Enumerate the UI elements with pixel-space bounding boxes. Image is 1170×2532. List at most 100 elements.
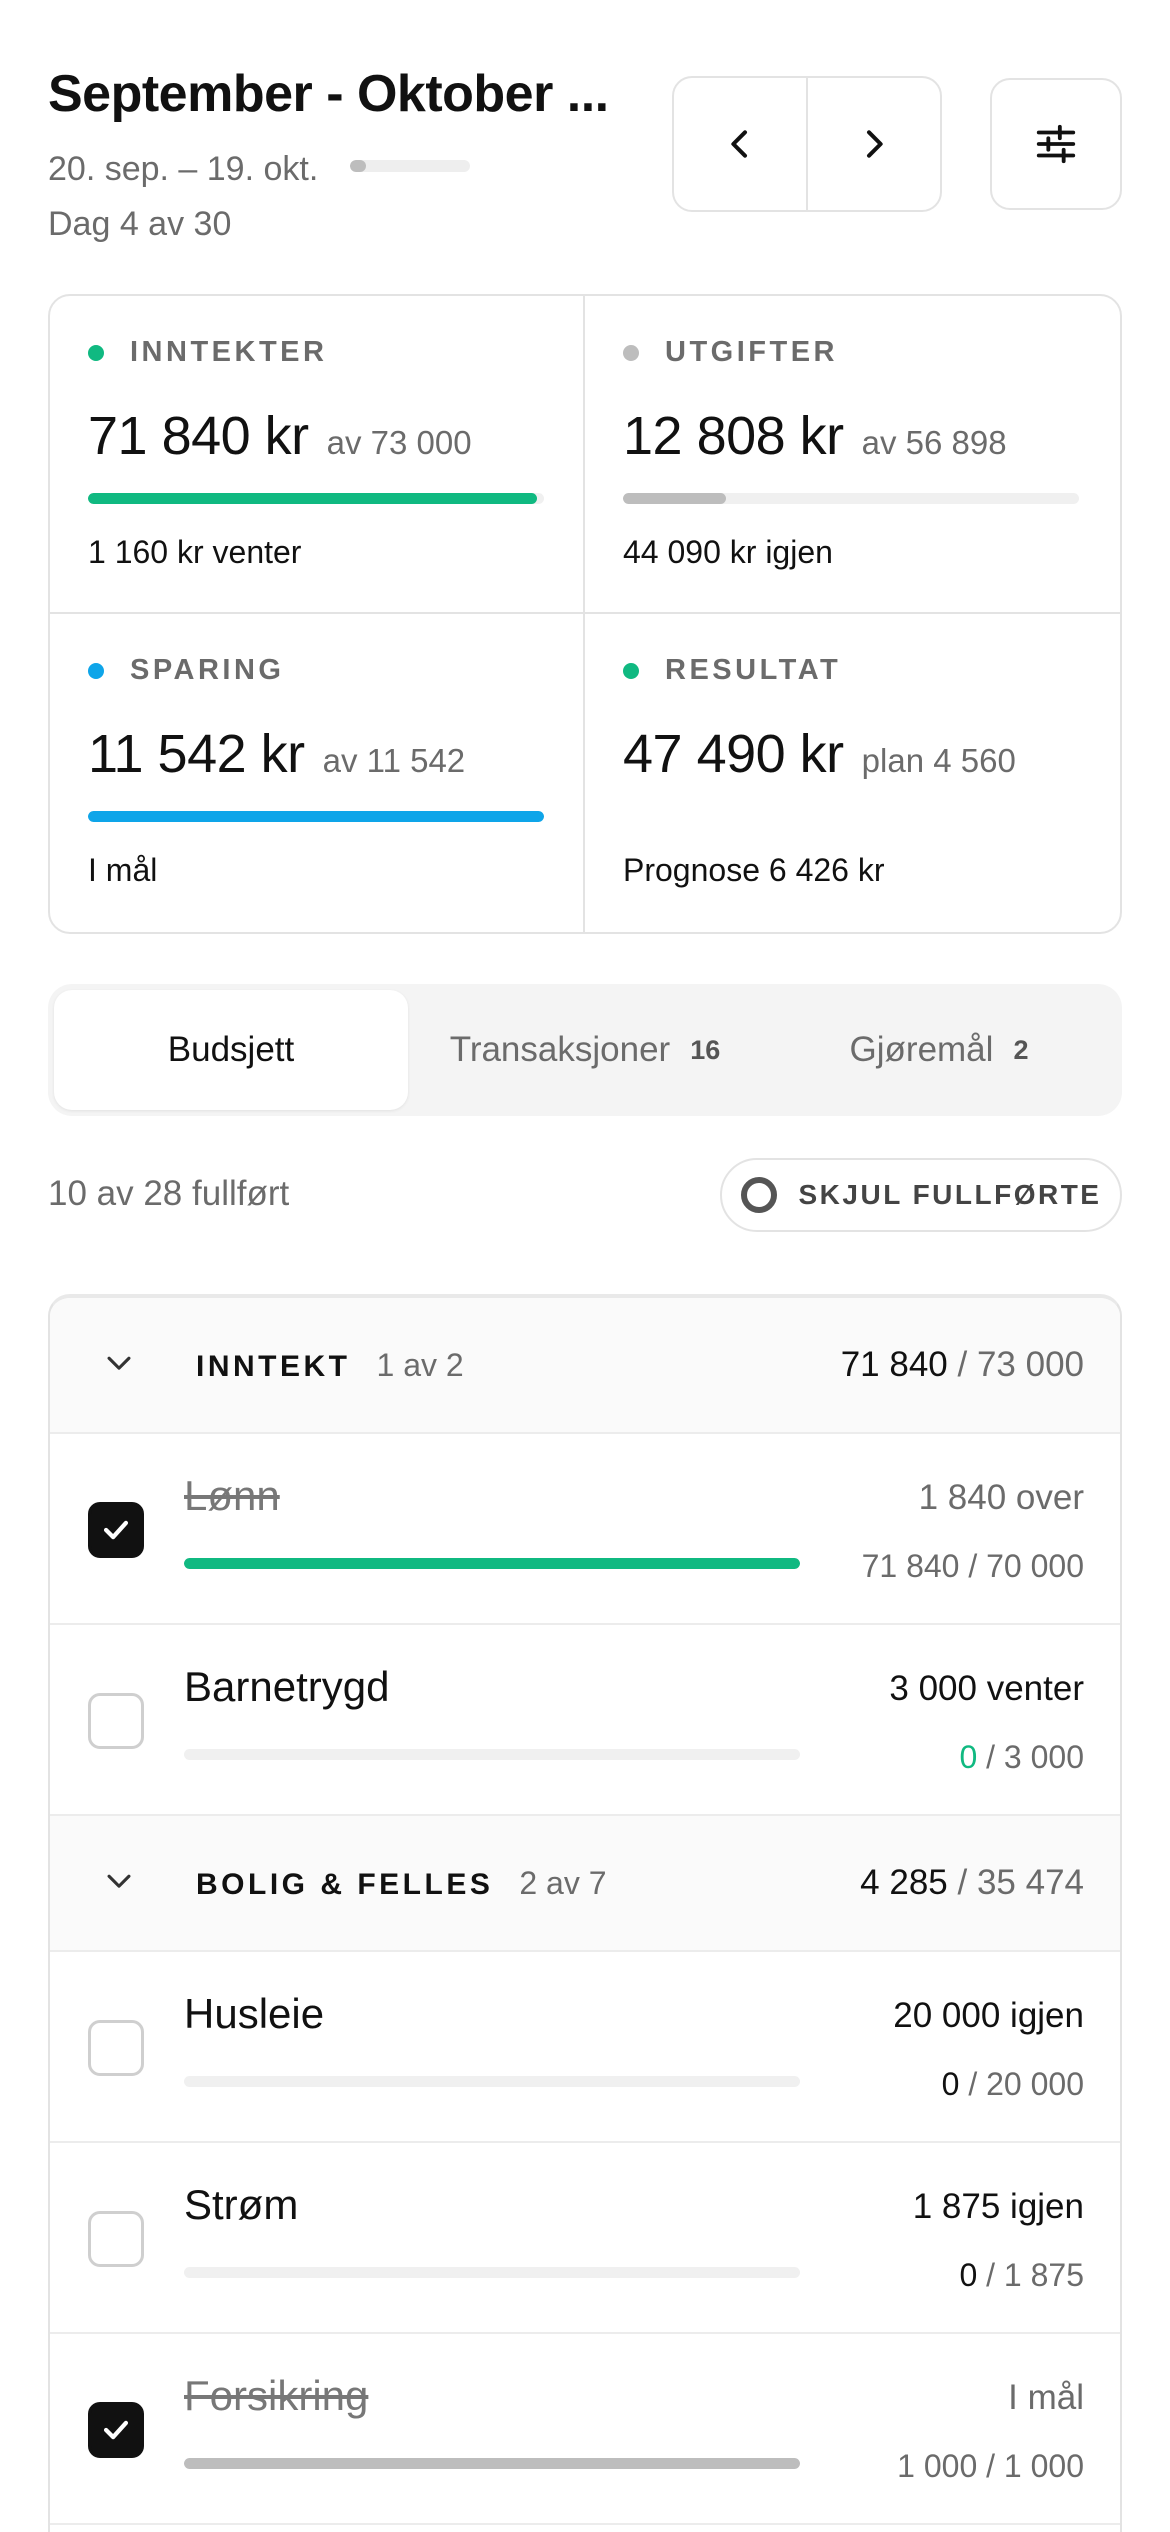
chevron-right-icon (867, 130, 883, 158)
budget-page: September - Oktober ... 20. sep. – 19. o… (0, 0, 1170, 2532)
budget-group-header[interactable]: INNTEKT 1 av 2 71 840 / 73 000 (50, 1298, 1120, 1434)
item-amount: 0 / 20 000 (942, 2066, 1084, 2103)
period-navigation (672, 76, 942, 212)
stat-target: plan 4 560 (861, 742, 1016, 779)
stat-target: av 56 898 (861, 424, 1007, 461)
item-progress-bar (184, 1749, 800, 1760)
item-name: Barnetrygd (184, 1663, 390, 1710)
check-icon (103, 2420, 129, 2440)
filter-settings-button[interactable] (990, 78, 1122, 210)
status-dot-icon (623, 344, 639, 361)
item-checkbox[interactable] (88, 1693, 144, 1749)
chevron-down-icon[interactable] (102, 1864, 136, 1903)
stat-label: INNTEKTER (88, 336, 545, 369)
hide-completed-toggle[interactable]: SKJUL FULLFØRTE (720, 1158, 1122, 1232)
stat-progress-fill (88, 493, 537, 504)
period-progress-fill (350, 160, 366, 172)
group-current: 71 840 (840, 1345, 948, 1384)
group-completed-count: 1 av 2 (376, 1346, 464, 1383)
item-name: Strøm (184, 2181, 299, 2228)
group-title: INNTEKT (196, 1349, 351, 1383)
previous-period-button[interactable] (674, 78, 806, 210)
item-progress-bar (184, 2076, 800, 2087)
toggle-ring-icon (740, 1177, 777, 1213)
item-amount: 0 / 1 875 (959, 2257, 1084, 2294)
stat-card-resultat[interactable]: RESULTAT 47 490 kr plan 4 560 Prognose 6 42… (585, 614, 1120, 932)
budget-item[interactable]: Lønn 1 840 over 71 840 / 70 000 (50, 1434, 1120, 1625)
item-progress-bar (184, 1558, 800, 1569)
stat-label-text: SPARING (130, 654, 285, 686)
stat-label-text: INNTEKTER (130, 336, 328, 368)
item-amount: 0 / 3 000 (959, 1739, 1084, 1776)
tab-label: Gjøremål (849, 1030, 994, 1069)
group-name: INNTEKT 1 av 2 (196, 1347, 464, 1384)
stat-amount: 11 542 kr av 11 542 (88, 723, 545, 785)
next-period-button[interactable] (806, 78, 940, 210)
chevron-left-icon (731, 130, 747, 158)
budget-group-header[interactable]: BOLIG & FELLES 2 av 7 4 285 / 35 474 (50, 1816, 1120, 1952)
group-total: 4 285 / 35 474 (860, 1863, 1084, 1903)
group-name: BOLIG & FELLES 2 av 7 (196, 1865, 607, 1902)
budget-item[interactable]: Forsikring I mål 1 000 / 1 000 (50, 2334, 1120, 2525)
stat-label: UTGIFTER (623, 336, 1082, 369)
item-current: 0 (959, 1739, 978, 1775)
stat-value: 71 840 kr (88, 406, 309, 466)
tab-label: Transaksjoner (449, 1030, 671, 1069)
stat-value: 12 808 kr (623, 406, 844, 466)
stat-progress-bar (623, 811, 1079, 822)
item-checkbox[interactable] (88, 2020, 144, 2076)
status-dot-icon (88, 662, 104, 679)
tab-gjøremål[interactable]: Gjøremål 2 (762, 990, 1116, 1110)
item-amount: 1 000 / 1 000 (897, 2448, 1084, 2485)
stat-progress-fill (88, 811, 544, 822)
group-current: 4 285 (860, 1863, 948, 1902)
item-checkbox[interactable] (88, 2402, 144, 2458)
sliders-icon (1036, 124, 1076, 164)
item-checkbox[interactable] (88, 1502, 144, 1558)
stat-progress-bar (88, 493, 544, 504)
budget-item[interactable]: Barnetrygd 3 000 venter 0 / 3 000 (50, 1625, 1120, 1816)
date-range: 20. sep. – 19. okt. (48, 150, 319, 188)
stat-card-inntekter[interactable]: INNTEKTER 71 840 kr av 73 000 1 160 kr vent… (50, 296, 585, 614)
stat-progress-bar (623, 493, 1079, 504)
stat-progress-fill (623, 493, 726, 504)
item-amount: 71 840 / 70 000 (862, 1548, 1084, 1585)
item-current: 71 840 (861, 1548, 960, 1584)
period-header: September - Oktober ... 20. sep. – 19. o… (48, 60, 1122, 260)
budget-item[interactable]: Husleie 20 000 igjen 0 / 20 000 (50, 1952, 1120, 2143)
summary-stats: INNTEKTER 71 840 kr av 73 000 1 160 kr vent… (48, 294, 1122, 934)
item-name: Lønn (184, 1472, 280, 1519)
check-icon (103, 1520, 129, 1540)
tab-budsjett[interactable]: Budsjett (54, 990, 408, 1110)
item-status: I mål (1008, 2378, 1084, 2417)
stat-card-utgifter[interactable]: UTGIFTER 12 808 kr av 56 898 44 090 kr igje… (585, 296, 1120, 614)
stat-note: I mål (88, 852, 158, 888)
hide-completed-label: SKJUL FULLFØRTE (798, 1179, 1102, 1210)
view-tabs: Budsjett Transaksjoner 16 Gjøremål 2 (48, 984, 1122, 1116)
period-title: September - Oktober ... (48, 65, 609, 123)
group-completed-count: 2 av 7 (519, 1864, 607, 1901)
day-counter: Dag 4 av 30 (48, 205, 232, 243)
stat-target: av 73 000 (326, 424, 472, 461)
group-budget: / 73 000 (957, 1345, 1085, 1384)
chevron-down-icon[interactable] (102, 1346, 136, 1385)
group-total: 71 840 / 73 000 (841, 1345, 1084, 1385)
item-progress-fill (184, 2458, 800, 2469)
item-budget: / 1 875 (986, 2257, 1084, 2293)
item-budget: / 1 000 (986, 2448, 1084, 2484)
stat-label: RESULTAT (623, 654, 1082, 687)
stat-value: 11 542 kr (88, 724, 305, 784)
tab-transaksjoner[interactable]: Transaksjoner 16 (408, 990, 762, 1110)
stat-label-text: UTGIFTER (665, 336, 838, 368)
stat-amount: 71 840 kr av 73 000 (88, 405, 545, 467)
stat-label: SPARING (88, 654, 545, 687)
budget-item[interactable]: Strøm 1 875 igjen 0 / 1 875 (50, 2143, 1120, 2334)
stat-note: 44 090 kr igjen (623, 534, 833, 570)
status-dot-icon (88, 344, 104, 361)
stat-card-sparing[interactable]: SPARING 11 542 kr av 11 542 I mål (50, 614, 585, 932)
tab-label: Budsjett (167, 1030, 295, 1069)
item-checkbox[interactable] (88, 2211, 144, 2267)
stat-progress-bar (88, 811, 544, 822)
stat-note: 1 160 kr venter (88, 534, 302, 570)
stat-value: 47 490 kr (623, 724, 844, 784)
